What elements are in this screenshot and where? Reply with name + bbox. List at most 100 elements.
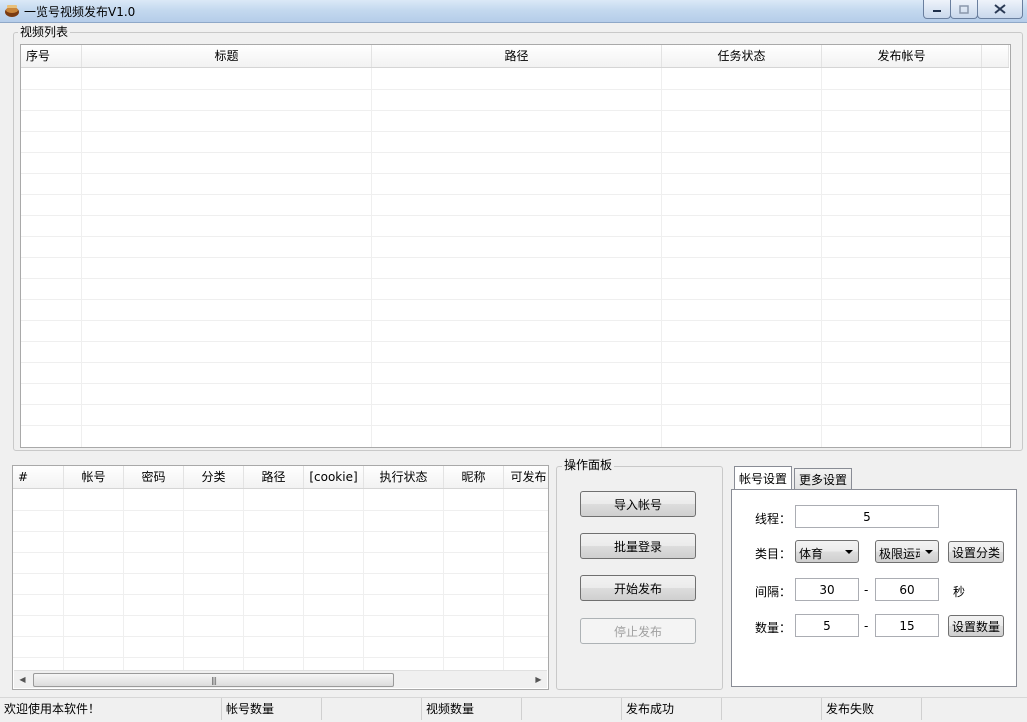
- status-spacer-3: [722, 698, 822, 720]
- grid-col-line: [81, 68, 82, 447]
- video-col-account[interactable]: 发布帐号: [822, 45, 982, 67]
- title-bar: 一览号视频发布V1.0: [0, 0, 1027, 23]
- account-list-table[interactable]: # 帐号 密码 分类 路径 [cookie] 执行状态 昵称 可发布 ◀ |||…: [12, 465, 549, 690]
- grid-row-line: [21, 215, 1010, 216]
- tab-account-settings[interactable]: 帐号设置: [734, 466, 793, 489]
- video-list-body: [21, 68, 1010, 447]
- account-col-account[interactable]: 帐号: [64, 466, 124, 488]
- window-title: 一览号视频发布V1.0: [24, 5, 136, 19]
- account-col-number[interactable]: #: [13, 466, 64, 488]
- grid-row-line: [21, 257, 1010, 258]
- status-welcome: 欢迎使用本软件！: [0, 698, 222, 720]
- video-col-filler: [982, 45, 1009, 67]
- category-select-value: 体育: [799, 547, 824, 561]
- grid-col-line: [183, 489, 184, 671]
- grid-col-line: [371, 68, 372, 447]
- count-min-input[interactable]: 5: [795, 614, 859, 637]
- subcategory-select-value: 极限运动: [879, 547, 920, 561]
- count-dash: -: [864, 619, 869, 633]
- batch-login-button[interactable]: 批量登录: [580, 533, 696, 559]
- account-col-nickname[interactable]: 昵称: [444, 466, 504, 488]
- grid-row-line: [21, 299, 1010, 300]
- grid-row-line: [13, 636, 548, 637]
- tab-more-settings[interactable]: 更多设置: [794, 468, 853, 489]
- account-col-exec-status[interactable]: 执行状态: [364, 466, 444, 488]
- video-col-path[interactable]: 路径: [372, 45, 662, 67]
- grid-col-line: [123, 489, 124, 671]
- scroll-right-icon[interactable]: ▶: [530, 671, 547, 688]
- grid-row-line: [21, 425, 1010, 426]
- grid-row-line: [21, 152, 1010, 153]
- grid-col-line: [63, 489, 64, 671]
- status-bar: 欢迎使用本软件！ 帐号数量 视频数量 发布成功 发布失败: [0, 697, 1027, 722]
- grid-row-line: [21, 341, 1010, 342]
- account-col-publishable[interactable]: 可发布: [504, 466, 548, 488]
- video-col-title[interactable]: 标题: [82, 45, 372, 67]
- grid-row-line: [13, 615, 548, 616]
- grid-row-line: [21, 236, 1010, 237]
- chevron-down-icon: [845, 550, 853, 554]
- grid-row-line: [13, 552, 548, 553]
- account-col-path[interactable]: 路径: [244, 466, 304, 488]
- scrollbar-thumb[interactable]: |||: [33, 673, 394, 687]
- set-category-button[interactable]: 设置分类: [948, 541, 1005, 563]
- maximize-icon: [959, 4, 969, 14]
- video-col-status[interactable]: 任务状态: [662, 45, 822, 67]
- account-col-password[interactable]: 密码: [124, 466, 184, 488]
- grid-col-line: [503, 489, 504, 671]
- count-label: 数量：: [755, 621, 792, 635]
- grid-col-line: [661, 68, 662, 447]
- interval-dash: -: [864, 583, 869, 597]
- grid-col-line: [243, 489, 244, 671]
- count-max-input[interactable]: 15: [875, 614, 939, 637]
- account-list-hscrollbar[interactable]: ◀ ||| ▶: [14, 670, 547, 688]
- start-publish-button[interactable]: 开始发布: [580, 575, 696, 601]
- interval-unit: 秒: [953, 585, 966, 599]
- grid-row-line: [21, 362, 1010, 363]
- minimize-icon: [933, 10, 941, 12]
- status-spacer-1: [322, 698, 422, 720]
- minimize-button[interactable]: [923, 0, 951, 19]
- grid-row-line: [13, 594, 548, 595]
- grid-row-line: [21, 320, 1010, 321]
- grid-row-line: [21, 110, 1010, 111]
- grid-row-line: [21, 173, 1010, 174]
- grid-row-line: [21, 131, 1010, 132]
- account-col-cookie[interactable]: [cookie]: [304, 466, 364, 488]
- close-button[interactable]: [977, 0, 1023, 19]
- grid-col-line: [821, 68, 822, 447]
- grid-row-line: [13, 657, 548, 658]
- status-publish-failed: 发布失败: [822, 698, 922, 720]
- scroll-left-icon[interactable]: ◀: [14, 671, 31, 688]
- status-video-count: 视频数量: [422, 698, 522, 720]
- interval-min-input[interactable]: 30: [795, 578, 859, 601]
- grid-col-line: [981, 68, 982, 447]
- grid-row-line: [21, 404, 1010, 405]
- grid-row-line: [21, 278, 1010, 279]
- threads-label: 线程：: [755, 512, 792, 526]
- interval-label: 间隔：: [755, 585, 792, 599]
- close-icon: [994, 4, 1006, 14]
- grid-row-line: [13, 573, 548, 574]
- subcategory-select[interactable]: 极限运动: [875, 540, 939, 563]
- maximize-button[interactable]: [950, 0, 978, 19]
- set-count-button[interactable]: 设置数量: [948, 615, 1005, 637]
- grid-row-line: [21, 383, 1010, 384]
- category-select[interactable]: 体育: [795, 540, 859, 563]
- threads-input[interactable]: 5: [795, 505, 939, 528]
- grid-row-line: [13, 510, 548, 511]
- status-account-count: 帐号数量: [222, 698, 322, 720]
- account-col-category[interactable]: 分类: [184, 466, 244, 488]
- account-list-header: # 帐号 密码 分类 路径 [cookie] 执行状态 昵称 可发布: [13, 466, 548, 489]
- status-publish-success: 发布成功: [622, 698, 722, 720]
- video-list-table[interactable]: 序号 标题 路径 任务状态 发布帐号: [20, 44, 1011, 448]
- operation-panel-caption: 操作面板: [562, 458, 615, 472]
- interval-max-input[interactable]: 60: [875, 578, 939, 601]
- grid-row-line: [21, 194, 1010, 195]
- stop-publish-button[interactable]: 停止发布: [580, 618, 696, 644]
- chevron-down-icon: [925, 550, 933, 554]
- video-col-index[interactable]: 序号: [21, 45, 82, 67]
- grid-col-line: [363, 489, 364, 671]
- grid-col-line: [303, 489, 304, 671]
- import-accounts-button[interactable]: 导入帐号: [580, 491, 696, 517]
